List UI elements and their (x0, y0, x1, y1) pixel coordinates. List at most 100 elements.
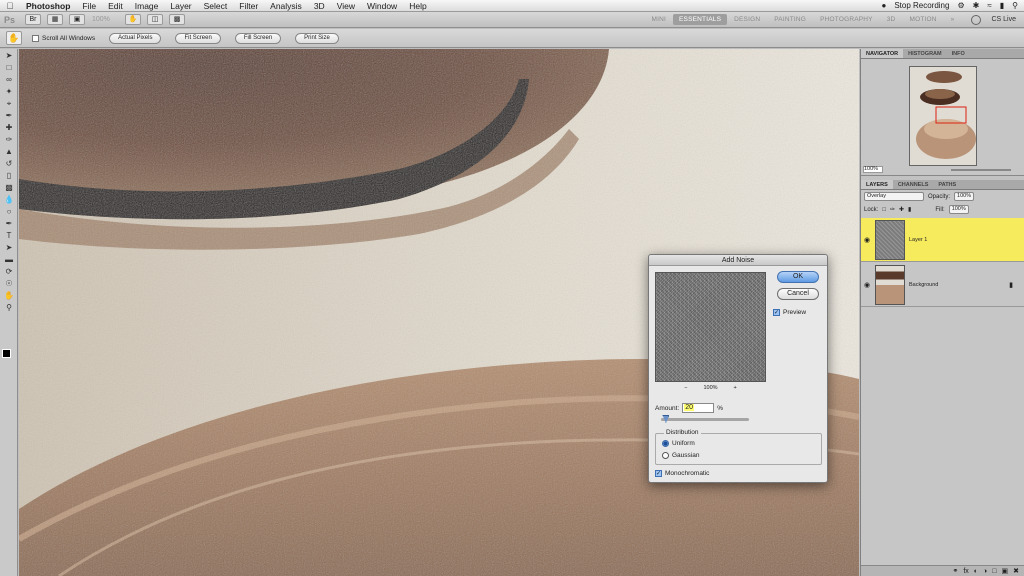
preview-checkbox[interactable]: ✓ Preview (773, 309, 806, 316)
fill-field[interactable]: 100% (948, 205, 969, 214)
menu-image[interactable]: Image (129, 0, 165, 12)
hand-tool-icon[interactable]: ✋ (2, 290, 16, 301)
tab-navigator[interactable]: NAVIGATOR (861, 49, 904, 58)
more-workspaces-icon[interactable]: » (944, 16, 962, 23)
lock-transparency-icon[interactable]: □ (882, 207, 886, 213)
cs-live-menu[interactable]: CS Live (991, 16, 1016, 23)
actual-pixels-button[interactable]: Actual Pixels (109, 32, 162, 44)
brush-tool-icon[interactable]: ✑ (2, 134, 16, 145)
amount-slider[interactable] (661, 415, 749, 423)
menu-view[interactable]: View (331, 0, 361, 12)
radio-button[interactable] (662, 440, 669, 447)
visibility-eye-icon[interactable]: ◉ (861, 281, 873, 289)
navigator-thumbnail[interactable] (909, 66, 977, 166)
workspace-photography[interactable]: PHOTOGRAPHY (813, 16, 880, 23)
workspace-3d[interactable]: 3D (880, 16, 903, 23)
adjustment-layer-icon[interactable]: ◑ (983, 566, 987, 576)
workspace-essentials[interactable]: ESSENTIALS (673, 14, 728, 25)
quick-select-tool-icon[interactable]: ✦ (2, 86, 16, 97)
print-size-button[interactable]: Print Size (295, 32, 339, 44)
blur-tool-icon[interactable]: 💧 (2, 194, 16, 205)
workspace-motion[interactable]: MOTION (902, 16, 943, 23)
apple-menu-icon[interactable]:  (0, 1, 20, 11)
amount-value[interactable]: 20 (684, 404, 695, 411)
healing-brush-tool-icon[interactable]: ✚ (2, 122, 16, 133)
lock-all-icon[interactable]: ▮ (908, 206, 911, 213)
spotlight-icon[interactable]: ⚲ (1012, 1, 1018, 10)
trash-icon[interactable]: ✖ (1013, 566, 1019, 576)
bridge-button[interactable]: Br (25, 14, 41, 25)
layer-row-layer-1[interactable]: ◉ Layer 1 (861, 218, 1024, 262)
wifi-icon[interactable]: ≈ (987, 1, 991, 10)
ok-button[interactable]: OK (777, 271, 819, 283)
hand-tool-preset-icon[interactable]: ✋ (6, 31, 22, 45)
eraser-tool-icon[interactable]: ▯ (2, 170, 16, 181)
cancel-button[interactable]: Cancel (777, 288, 819, 300)
dodge-tool-icon[interactable]: ○ (2, 206, 16, 217)
menu-file[interactable]: File (76, 0, 102, 12)
radio-button[interactable] (662, 452, 669, 459)
path-selection-tool-icon[interactable]: ➤ (2, 242, 16, 253)
crop-tool-icon[interactable]: ⌖ (2, 98, 16, 109)
hand-tool-button[interactable]: ✋ (125, 14, 141, 25)
menu-edit[interactable]: Edit (102, 0, 129, 12)
scroll-all-windows-checkbox[interactable]: Scroll All Windows (32, 34, 95, 42)
checkmark-icon[interactable]: ✓ (655, 470, 662, 477)
workspace-painting[interactable]: PAINTING (767, 16, 813, 23)
monochromatic-checkbox[interactable]: ✓ Monochromatic (655, 470, 709, 477)
screen-mode-button[interactable]: ▣ (69, 14, 85, 25)
new-group-icon[interactable]: □ (992, 566, 996, 576)
navigator-zoom-slider[interactable] (951, 169, 1011, 171)
screen-mode-dropdown[interactable]: ▩ (169, 14, 185, 25)
arrange-documents-button[interactable]: ◫ (147, 14, 163, 25)
foreground-color-swatch[interactable] (2, 349, 11, 358)
menu-select[interactable]: Select (198, 0, 234, 12)
noise-preview[interactable] (655, 272, 766, 382)
lock-position-icon[interactable]: ✚ (899, 206, 904, 213)
blend-mode-select[interactable]: Overlay (864, 192, 924, 201)
lasso-tool-icon[interactable]: ∞ (2, 74, 16, 85)
menu-filter[interactable]: Filter (233, 0, 264, 12)
3d-rotate-tool-icon[interactable]: ⟳ (2, 266, 16, 277)
amount-slider-thumb[interactable] (662, 415, 670, 423)
zoom-in-button[interactable]: + (734, 385, 737, 391)
eyedropper-tool-icon[interactable]: ✒ (2, 110, 16, 121)
menu-3d[interactable]: 3D (308, 0, 331, 12)
add-mask-icon[interactable]: ◐ (974, 566, 978, 576)
gradient-tool-icon[interactable]: ▩ (2, 182, 16, 193)
fill-screen-button[interactable]: Fill Screen (234, 32, 282, 44)
uniform-radio[interactable]: Uniform (662, 440, 695, 447)
menu-help[interactable]: Help (403, 0, 432, 12)
fit-screen-button[interactable]: Fit Screen (175, 32, 221, 44)
tab-histogram[interactable]: HISTOGRAM (903, 49, 947, 58)
link-layers-icon[interactable]: ⚭ (952, 566, 958, 576)
history-brush-tool-icon[interactable]: ↺ (2, 158, 16, 169)
shape-tool-icon[interactable]: ▬ (2, 254, 16, 265)
workspace-mini[interactable]: MINI (644, 16, 673, 23)
zoom-tool-icon[interactable]: ⚲ (2, 302, 16, 313)
zoom-level[interactable]: 100% (92, 16, 122, 23)
menu-layer[interactable]: Layer (164, 0, 197, 12)
navigator-zoom-field[interactable]: 100% (863, 166, 883, 173)
tab-channels[interactable]: CHANNELS (893, 180, 934, 189)
lock-pixels-icon[interactable]: ✑ (890, 206, 895, 213)
bluetooth-icon[interactable]: ✱ (973, 1, 980, 10)
layer-style-icon[interactable]: fx (963, 566, 968, 576)
minibridge-button[interactable]: ▦ (47, 14, 63, 25)
menu-window[interactable]: Window (361, 0, 403, 12)
tab-layers[interactable]: LAYERS (861, 180, 893, 189)
menu-analysis[interactable]: Analysis (264, 0, 308, 12)
checkbox-box[interactable] (32, 34, 39, 42)
move-tool-icon[interactable]: ➤ (2, 50, 16, 61)
pen-tool-icon[interactable]: ✒ (2, 218, 16, 229)
tab-paths[interactable]: PATHS (933, 180, 961, 189)
3d-camera-tool-icon[interactable]: ☉ (2, 278, 16, 289)
new-layer-icon[interactable]: ▣ (1002, 566, 1009, 576)
dialog-title[interactable]: Add Noise (649, 255, 827, 266)
tab-info[interactable]: INFO (947, 49, 970, 58)
record-icon[interactable]: ● (881, 1, 886, 10)
opacity-field[interactable]: 100% (954, 192, 975, 201)
gear-icon[interactable]: ⚙ (957, 1, 964, 10)
zoom-out-button[interactable]: − (684, 385, 687, 391)
search-icon[interactable] (971, 14, 982, 25)
